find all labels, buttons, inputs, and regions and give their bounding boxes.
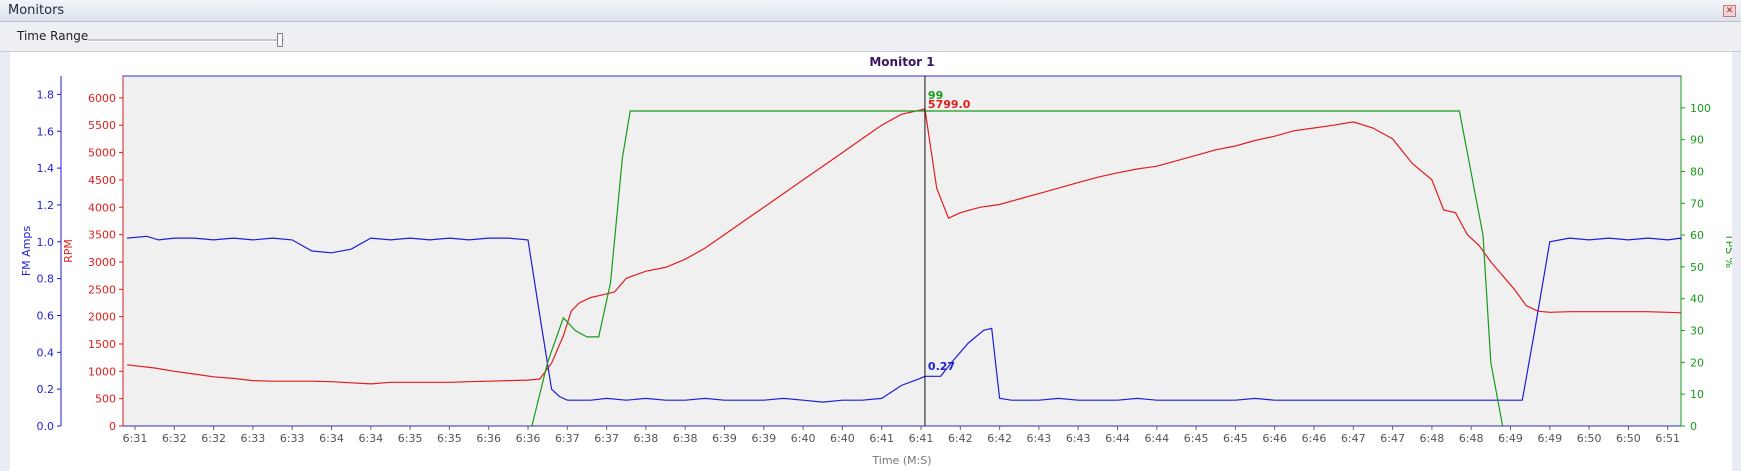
x-tick-label: 6:44 [1144,432,1169,445]
rpm-tick-label: 2500 [88,283,116,296]
x-tick-label: 6:40 [830,432,855,445]
tps-tick-label: 100 [1690,102,1711,115]
x-tick-label: 6:50 [1577,432,1602,445]
x-tick-label: 6:42 [987,432,1012,445]
x-tick-label: 6:46 [1302,432,1327,445]
tps-tick-label: 80 [1690,165,1704,178]
amps-tick-label: 1.0 [37,236,55,249]
tps-tick-label: 10 [1690,388,1704,401]
amps-tick-label: 0.8 [37,273,55,286]
tps-tick-label: 90 [1690,134,1704,147]
toolbar: Time Range [0,22,1741,52]
x-tick-label: 6:39 [712,432,737,445]
x-tick-label: 6:33 [280,432,305,445]
amps-axis-label: FM Amps [20,226,33,277]
x-tick-label: 6:32 [162,432,187,445]
close-icon[interactable]: ✕ [1723,5,1736,17]
x-tick-label: 6:48 [1420,432,1445,445]
x-tick-label: 6:34 [319,432,344,445]
x-tick-label: 6:33 [241,432,266,445]
x-tick-label: 6:51 [1655,432,1680,445]
time-range-slider-thumb[interactable] [277,33,283,47]
window-title: Monitors [8,3,65,18]
tps-tick-label: 0 [1690,420,1697,433]
x-tick-label: 6:49 [1537,432,1562,445]
cursor-value-label: 5799.0 [928,98,971,111]
time-range-label: Time Range [17,29,89,43]
amps-tick-label: 0.2 [37,383,55,396]
tps-axis-label: TPS % [1723,233,1732,268]
x-tick-label: 6:49 [1498,432,1523,445]
chart-title: Monitor 1 [869,55,934,69]
rpm-tick-label: 3500 [88,229,116,242]
rpm-tick-label: 6000 [88,92,116,105]
rpm-tick-label: 5000 [88,147,116,160]
amps-tick-label: 1.8 [37,88,55,101]
monitor-chart[interactable]: Monitor 1 Time (M:S) 6:31 6:32 6:32 6:33 6:3… [10,52,1732,471]
x-tick-label: 6:36 [476,432,501,445]
x-tick-label: 6:35 [437,432,462,445]
amps-tick-label: 0.0 [37,420,55,433]
rpm-tick-label: 2000 [88,311,116,324]
rpm-tick-label: 1000 [88,365,116,378]
x-tick-label: 6:41 [909,432,934,445]
rpm-tick-label: 3000 [88,256,116,269]
tps-tick-label: 20 [1690,356,1704,369]
x-axis-label: Time (M:S) [871,454,931,467]
tps-tick-label: 60 [1690,229,1704,242]
x-tick-label: 6:40 [791,432,816,445]
tps-tick-label: 50 [1690,261,1704,274]
window-titlebar: Monitors ✕ [0,0,1741,22]
rpm-tick-label: 5500 [88,119,116,132]
chart-panel: Monitor 1 Time (M:S) 6:31 6:32 6:32 6:33 6:3… [10,52,1732,471]
tps-tick-label: 30 [1690,325,1704,338]
amps-tick-label: 0.6 [37,309,55,322]
time-range-slider[interactable] [88,39,284,42]
x-tick-label: 6:45 [1223,432,1248,445]
rpm-tick-label: 4000 [88,201,116,214]
x-tick-label: 6:39 [751,432,776,445]
amps-tick-label: 0.4 [37,346,55,359]
x-tick-label: 6:37 [555,432,580,445]
x-tick-label: 6:47 [1380,432,1405,445]
x-tick-label: 6:43 [1027,432,1052,445]
x-tick-label: 6:36 [516,432,541,445]
amps-tick-label: 1.4 [37,162,55,175]
amps-tick-label: 1.2 [37,199,55,212]
rpm-tick-label: 0 [109,420,116,433]
x-tick-label: 6:47 [1341,432,1366,445]
cursor-value-label: 0.27 [928,360,955,373]
x-tick-label: 6:46 [1262,432,1287,445]
x-tick-label: 6:38 [634,432,659,445]
rpm-tick-label: 1500 [88,338,116,351]
rpm-tick-label: 500 [95,393,116,406]
tps-tick-label: 70 [1690,197,1704,210]
x-tick-label: 6:31 [123,432,148,445]
x-tick-label: 6:44 [1105,432,1130,445]
x-tick-label: 6:45 [1184,432,1209,445]
x-tick-label: 6:38 [673,432,698,445]
rpm-tick-label: 4500 [88,174,116,187]
x-tick-label: 6:32 [201,432,226,445]
x-tick-label: 6:35 [398,432,423,445]
rpm-axis-label: RPM [62,239,75,263]
x-tick-label: 6:43 [1066,432,1091,445]
x-tick-label: 6:48 [1459,432,1484,445]
amps-tick-label: 1.6 [37,125,55,138]
x-tick-label: 6:41 [869,432,894,445]
x-tick-label: 6:42 [948,432,973,445]
x-tick-label: 6:37 [594,432,619,445]
x-tick-label: 6:50 [1616,432,1641,445]
tps-tick-label: 40 [1690,293,1704,306]
plot-area [122,75,1682,427]
x-tick-label: 6:34 [358,432,383,445]
